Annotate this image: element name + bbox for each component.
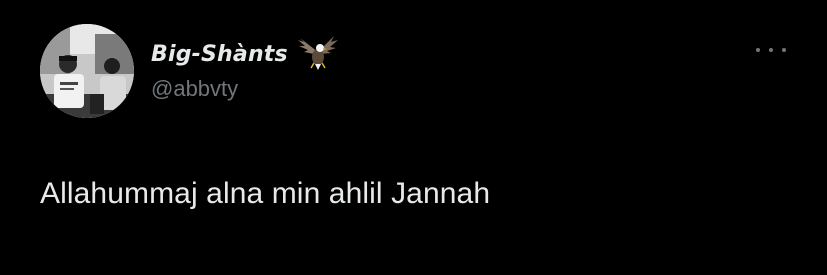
author-name-row: Big-Shànts (151, 36, 340, 72)
eagle-icon (297, 36, 338, 70)
more-dot-icon (769, 48, 773, 52)
avatar[interactable] (40, 24, 134, 118)
avatar-photo (40, 24, 134, 118)
author-display-name[interactable]: Big-Shànts (151, 42, 288, 67)
more-options-icon[interactable] (756, 40, 786, 60)
tweet-header: Big-Shànts @abbvty (151, 36, 340, 102)
more-dot-icon (756, 48, 760, 52)
more-dot-icon (782, 48, 786, 52)
author-handle[interactable]: @abbvty (151, 76, 340, 102)
tweet-card[interactable]: Big-Shànts @abbvty Allahummaj alna min a… (0, 0, 827, 275)
tweet-text: Allahummaj alna min ahlil Jannah (40, 177, 491, 210)
